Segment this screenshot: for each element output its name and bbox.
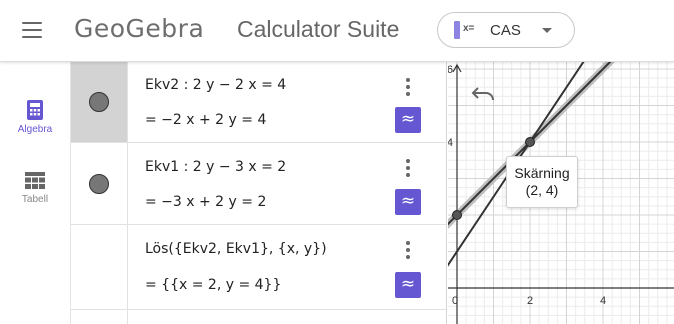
chevron-down-icon xyxy=(542,28,552,33)
algebra-view: Ekv2 : 2 y − 2 x = 4 = −2 x + 2 y = 4 ≈ … xyxy=(70,62,447,324)
geogebra-logo: GeoGebra xyxy=(74,14,205,43)
algebra-input[interactable]: Ekv2 : 2 y − 2 x = 4 xyxy=(145,77,286,93)
graph-point xyxy=(452,210,462,220)
app-switcher-dropdown[interactable]: x= CAS xyxy=(437,12,575,48)
numeric-toggle-button[interactable]: ≈ xyxy=(395,189,421,215)
numeric-toggle-button[interactable]: ≈ xyxy=(395,272,421,298)
numeric-toggle-button[interactable]: ≈ xyxy=(395,107,421,133)
undo-icon[interactable] xyxy=(470,82,498,104)
cas-icon-text: x= xyxy=(463,23,475,34)
algebra-empty-row[interactable] xyxy=(71,310,446,324)
algebra-output: = −3 x + 2 y = 2 xyxy=(145,194,267,210)
intersection-tooltip: Skärning (2, 4) xyxy=(506,156,578,208)
more-options-icon[interactable] xyxy=(405,159,411,177)
app-header: GeoGebra Calculator Suite x= CAS xyxy=(0,0,674,62)
x-tick-label: 0 xyxy=(452,295,458,307)
table-icon xyxy=(25,172,45,189)
algebra-row-ekv2[interactable]: Ekv2 : 2 y − 2 x = 4 = −2 x + 2 y = 4 ≈ xyxy=(71,62,446,143)
tooltip-title: Skärning xyxy=(514,165,570,181)
more-options-icon[interactable] xyxy=(405,241,411,259)
algebra-input[interactable]: Lös({Ekv2, Ekv1}, {x, y}) xyxy=(145,241,327,257)
app-title: Calculator Suite xyxy=(237,16,400,42)
visibility-toggle[interactable] xyxy=(89,174,109,194)
sidebar-item-algebra[interactable]: Algebra xyxy=(0,100,70,150)
x-tick-label: 2 xyxy=(527,295,533,307)
more-options-icon[interactable] xyxy=(405,78,411,96)
algebra-output: = −2 x + 2 y = 4 xyxy=(145,112,267,128)
tooltip-coords: (2, 4) xyxy=(525,182,559,198)
algebra-input[interactable]: Ekv1 : 2 y − 3 x = 2 xyxy=(145,159,286,175)
cas-icon: x= xyxy=(454,21,476,39)
y-tick-label: 6 xyxy=(448,64,453,76)
graph-point xyxy=(525,137,535,147)
app-switcher-label: CAS xyxy=(490,22,521,39)
hamburger-menu-icon[interactable] xyxy=(22,22,42,38)
sidebar-item-label: Tabell xyxy=(21,194,49,205)
algebra-row-ekv1[interactable]: Ekv1 : 2 y − 3 x = 2 = −3 x + 2 y = 2 ≈ xyxy=(71,143,446,225)
visibility-toggle[interactable] xyxy=(89,92,109,112)
sidebar-item-label: Algebra xyxy=(17,124,53,135)
x-tick-label: 4 xyxy=(600,295,606,307)
calculator-icon xyxy=(27,100,43,120)
algebra-row-solve[interactable]: Lös({Ekv2, Ekv1}, {x, y}) = {{x = 2, y =… xyxy=(71,225,446,310)
marble-column xyxy=(71,310,128,324)
sidebar-item-tabell[interactable]: Tabell xyxy=(0,172,70,222)
marble-column xyxy=(71,225,128,309)
marble-column xyxy=(71,62,128,142)
algebra-output: = {{x = 2, y = 4}} xyxy=(145,277,282,293)
marble-column xyxy=(71,143,128,224)
sidebar: Algebra Tabell xyxy=(0,62,70,324)
y-tick-label: 4 xyxy=(448,137,453,149)
graphics-view[interactable]: 0 2 4 6 4 Skärning (2, 4) xyxy=(448,62,674,324)
